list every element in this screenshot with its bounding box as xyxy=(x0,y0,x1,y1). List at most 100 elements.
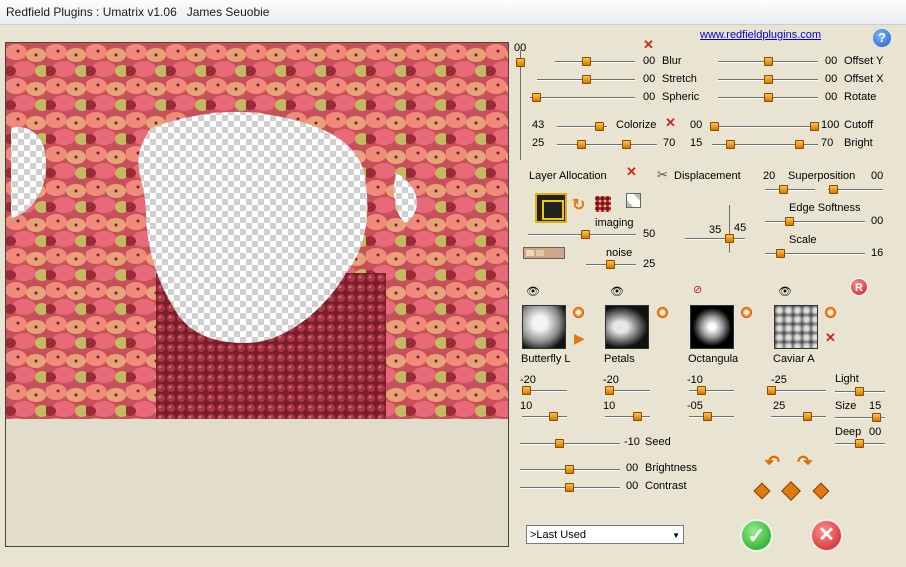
redo-icon[interactable]: ↷ xyxy=(797,452,812,473)
preset-dropdown[interactable]: >Last Used ▼ xyxy=(526,525,684,544)
butterfly-options-icon[interactable] xyxy=(573,307,584,318)
edge-softness-thumb[interactable] xyxy=(785,217,794,226)
displacement-v-track[interactable] xyxy=(729,205,730,254)
colorize-thumb[interactable] xyxy=(595,122,604,131)
ok-button[interactable]: ✓ xyxy=(740,519,773,552)
random-dice-right-icon[interactable] xyxy=(812,482,830,500)
colorize-label: Colorize xyxy=(616,119,657,131)
caviar-thumb-1[interactable] xyxy=(767,386,776,395)
blur-thumb[interactable] xyxy=(582,57,591,66)
layer-allocation-close-icon[interactable]: ✕ xyxy=(626,165,637,178)
spheric-thumb[interactable] xyxy=(532,93,541,102)
edge-softness-track[interactable] xyxy=(765,221,865,223)
caviar-options-icon[interactable] xyxy=(825,307,836,318)
light-thumb[interactable] xyxy=(855,387,864,396)
bright-label: Bright xyxy=(844,137,873,149)
caviar-thumb-2[interactable] xyxy=(803,412,812,421)
petals-options-icon[interactable] xyxy=(657,307,668,318)
blur-value: 00 xyxy=(643,55,656,67)
superposition-label: Superposition xyxy=(788,170,856,182)
petals-thumb-1[interactable] xyxy=(605,386,614,395)
contrast-thumb[interactable] xyxy=(565,483,574,492)
rotate-mode-icon[interactable]: ↻ xyxy=(572,195,585,215)
petals-track-2[interactable] xyxy=(605,416,650,418)
octangula-layer-thumbnail[interactable] xyxy=(690,305,734,349)
cutoff-max-thumb[interactable] xyxy=(810,122,819,131)
spheric-label: Spheric xyxy=(662,91,700,103)
blur-label: Blur xyxy=(662,55,682,67)
offset-y-thumb[interactable] xyxy=(764,57,773,66)
rotate-label: Rotate xyxy=(844,91,877,103)
vertical-slider-thumb[interactable] xyxy=(516,58,525,67)
random-dice-icon[interactable] xyxy=(753,482,771,500)
seed-thumb[interactable] xyxy=(555,439,564,448)
cutoff-track[interactable] xyxy=(712,126,818,128)
range-max-thumb[interactable] xyxy=(622,140,631,149)
layer-name-caviar: Caviar A xyxy=(773,353,815,365)
caviar-remove-icon[interactable]: ✕ xyxy=(825,331,836,344)
blur-track[interactable] xyxy=(555,61,635,63)
scissors-icon[interactable]: ✂ xyxy=(657,167,668,183)
range-track[interactable] xyxy=(557,144,657,146)
undo-icon[interactable]: ↶ xyxy=(765,452,780,473)
range-max-value: 70 xyxy=(663,137,676,149)
frame-mode-icon[interactable] xyxy=(535,193,567,223)
superposition-left-track[interactable] xyxy=(765,189,815,191)
displacement-h-track[interactable] xyxy=(685,238,745,240)
butterfly-thumb-1[interactable] xyxy=(522,386,531,395)
displacement-value-b: 45 xyxy=(734,222,747,234)
butterfly-track-2[interactable] xyxy=(522,416,567,418)
eye-hidden-icon[interactable]: ⊘ xyxy=(693,285,702,296)
random-all-dice-icon[interactable] xyxy=(781,481,801,501)
cutoff-label: Cutoff xyxy=(844,119,874,131)
preview-image xyxy=(6,43,508,419)
dots-mode-icon[interactable] xyxy=(595,196,611,212)
size-thumb[interactable] xyxy=(872,413,881,422)
transparency-mode-icon[interactable] xyxy=(626,193,641,208)
petals-layer-thumbnail[interactable] xyxy=(605,305,649,349)
help-button[interactable]: ? xyxy=(873,29,891,47)
cancel-button[interactable]: ✕ xyxy=(810,519,843,552)
petals-thumb-2[interactable] xyxy=(633,412,642,421)
eye-icon[interactable]: 👁 xyxy=(526,287,540,298)
imaging-thumb[interactable] xyxy=(581,230,590,239)
octangula-thumb-1[interactable] xyxy=(697,386,706,395)
butterfly-layer-thumbnail[interactable] xyxy=(522,305,566,349)
brightness-thumb[interactable] xyxy=(565,465,574,474)
octangula-track-1[interactable] xyxy=(689,390,734,392)
imaging-label: imaging xyxy=(595,217,634,229)
caviar-track-1[interactable] xyxy=(771,390,826,392)
seed-track[interactable] xyxy=(520,443,620,445)
close-icon[interactable]: ✕ xyxy=(643,38,654,51)
bright-min-value: 15 xyxy=(690,137,703,149)
contrast-value: 00 xyxy=(626,480,639,492)
offset-x-thumb[interactable] xyxy=(764,75,773,84)
caviar-track-2[interactable] xyxy=(771,416,826,418)
noise-pattern-icon[interactable] xyxy=(523,247,565,259)
stretch-thumb[interactable] xyxy=(582,75,591,84)
displacement-thumb[interactable] xyxy=(725,234,734,243)
superposition-right-thumb[interactable] xyxy=(829,185,838,194)
colorize-close-icon[interactable]: ✕ xyxy=(665,116,676,129)
bright-max-thumb[interactable] xyxy=(795,140,804,149)
cutoff-min-thumb[interactable] xyxy=(710,122,719,131)
check-icon: ✓ xyxy=(747,523,766,548)
scale-thumb[interactable] xyxy=(776,249,785,258)
superposition-left-thumb[interactable] xyxy=(779,185,788,194)
butterfly-thumb-2[interactable] xyxy=(549,412,558,421)
range-min-thumb[interactable] xyxy=(577,140,586,149)
website-link[interactable]: www.redfieldplugins.com xyxy=(700,29,821,41)
reset-button[interactable]: R xyxy=(850,278,868,296)
eye-icon[interactable]: 👁 xyxy=(778,287,792,298)
deep-thumb[interactable] xyxy=(855,439,864,448)
butterfly-play-icon[interactable]: ▶ xyxy=(574,330,585,347)
rotate-thumb[interactable] xyxy=(764,93,773,102)
caviar-layer-thumbnail[interactable] xyxy=(774,305,818,349)
bright-min-thumb[interactable] xyxy=(726,140,735,149)
window-title: Redfield Plugins : Umatrix v1.06 James S… xyxy=(6,5,270,19)
noise-thumb[interactable] xyxy=(606,260,615,269)
eye-icon[interactable]: 👁 xyxy=(610,287,624,298)
octangula-thumb-2[interactable] xyxy=(703,412,712,421)
spheric-track[interactable] xyxy=(530,97,635,99)
octangula-options-icon[interactable] xyxy=(741,307,752,318)
